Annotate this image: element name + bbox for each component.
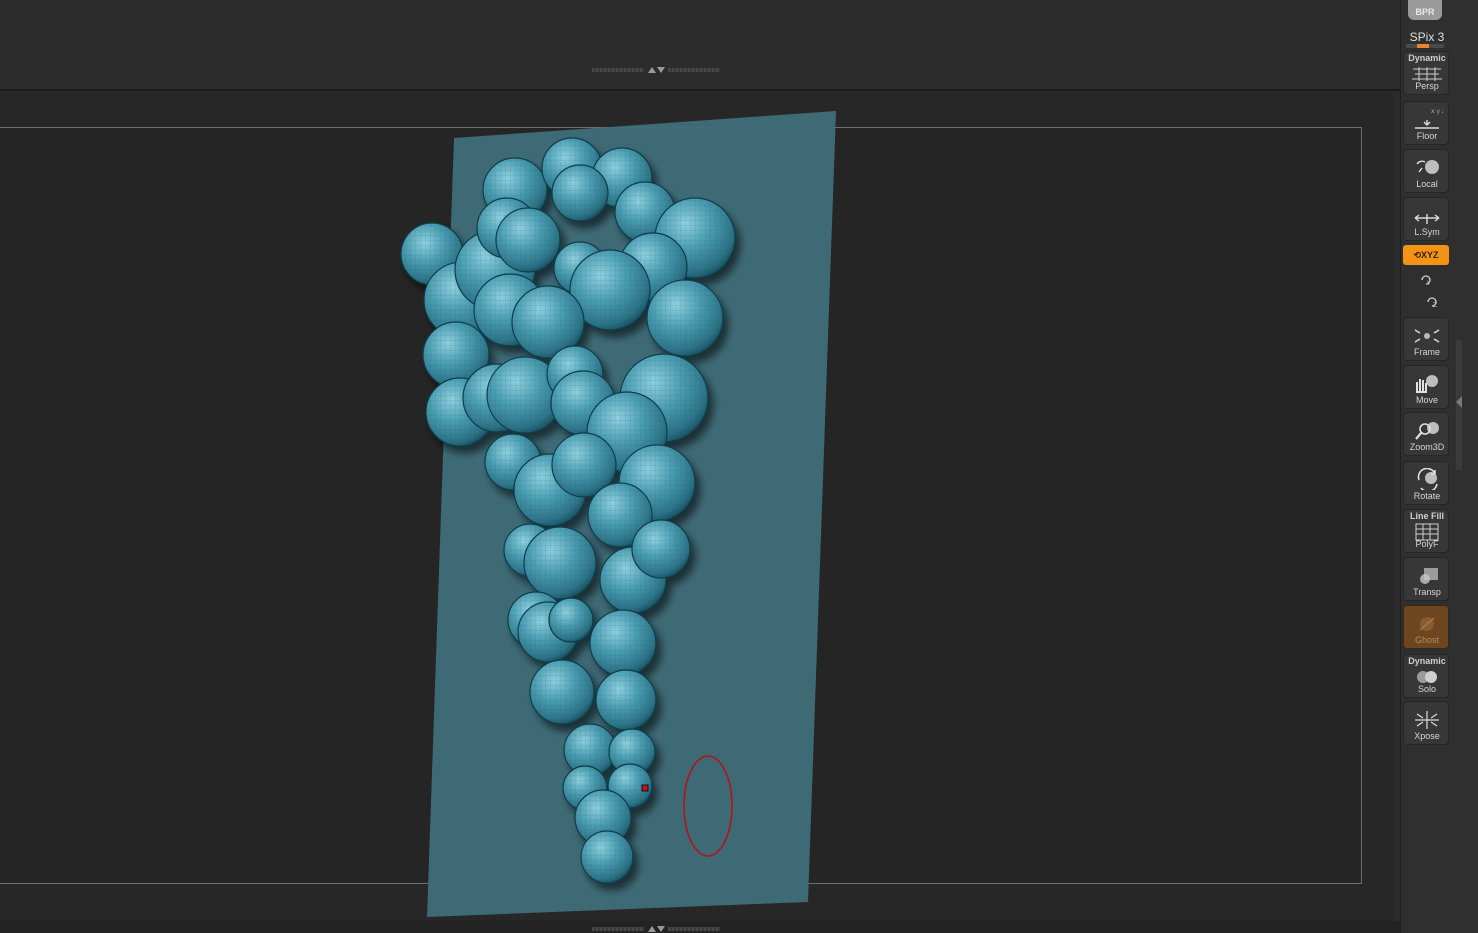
rotate-z-icon[interactable]: Z xyxy=(1424,295,1440,309)
local-icon xyxy=(1416,160,1439,174)
persp-label: Persp xyxy=(1415,81,1439,91)
spix-label: SPix 3 xyxy=(1409,30,1445,44)
rotate-label: Rotate xyxy=(1413,491,1441,501)
ghost-label: Ghost xyxy=(1414,635,1439,645)
zsphere-mesh xyxy=(553,166,607,220)
bottom-collapse-handle[interactable] xyxy=(592,925,720,933)
shelf-collapse-arrow-icon[interactable] xyxy=(1456,396,1462,408)
persp-caption: Dynamic xyxy=(1408,53,1446,63)
rotate-icon xyxy=(1417,468,1438,490)
transparency-icon xyxy=(1420,568,1438,584)
top-separator xyxy=(0,89,1400,91)
zoom3d-button[interactable]: Zoom3D xyxy=(1403,412,1449,456)
bpr-label: BPR xyxy=(1415,7,1435,17)
polyf-label: PolyF xyxy=(1415,539,1439,549)
floor-label: Floor xyxy=(1416,131,1438,141)
xyz-label: XYZ xyxy=(1421,250,1439,260)
solo-caption: Dynamic xyxy=(1408,656,1446,666)
zsphere-mesh xyxy=(591,611,655,675)
spix-slider-knob[interactable] xyxy=(1417,44,1429,48)
canvas-viewport[interactable] xyxy=(0,93,1394,921)
transp-button[interactable]: Transp xyxy=(1403,557,1449,601)
lsym-icon xyxy=(1414,214,1440,224)
spix-slider[interactable] xyxy=(1406,44,1444,48)
xpose-icon xyxy=(1415,711,1439,729)
solo-label: Solo xyxy=(1417,684,1436,694)
top-panel xyxy=(0,0,1400,90)
zsphere-mesh xyxy=(633,521,689,577)
frame-button[interactable]: Frame xyxy=(1403,317,1449,361)
collapse-arrows-icon xyxy=(648,926,665,932)
zsphere-mesh xyxy=(531,661,593,723)
frame-icon xyxy=(1414,329,1440,343)
lsym-button[interactable]: L.Sym xyxy=(1403,197,1449,241)
zoom3d-label: Zoom3D xyxy=(1409,442,1445,452)
lsym-label: L.Sym xyxy=(1414,227,1440,237)
zsphere-mesh xyxy=(582,832,632,882)
scene-canvas[interactable] xyxy=(0,93,1394,921)
move-label: Move xyxy=(1415,395,1438,405)
rotate-y-icon[interactable]: Y xyxy=(1418,273,1434,287)
rotate-xyz-button[interactable]: ⟲XYZ xyxy=(1403,245,1449,265)
svg-text:Y: Y xyxy=(1426,280,1431,287)
ghost-button[interactable]: Ghost xyxy=(1403,605,1449,649)
collapse-arrows-icon xyxy=(648,67,665,73)
brush-center-marker xyxy=(641,784,649,792)
move-icon xyxy=(1416,375,1438,393)
xpose-label: Xpose xyxy=(1414,731,1440,741)
transp-label: Transp xyxy=(1413,587,1441,597)
xpose-button[interactable]: Xpose xyxy=(1403,701,1449,745)
rotate-button[interactable]: Rotate xyxy=(1403,461,1449,505)
move-button[interactable]: Move xyxy=(1403,365,1449,409)
zsphere-mesh xyxy=(497,209,559,271)
top-collapse-handle[interactable] xyxy=(592,66,720,74)
zsphere-mesh xyxy=(597,671,655,729)
polyf-button[interactable]: Line Fill PolyF xyxy=(1403,509,1449,553)
floor-icon: x y z xyxy=(1415,108,1443,129)
persp-button[interactable]: Dynamic Persp xyxy=(1403,51,1449,95)
solo-button[interactable]: Dynamic Solo xyxy=(1403,654,1449,698)
floor-button[interactable]: x y z Floor xyxy=(1403,101,1449,145)
local-label: Local xyxy=(1416,179,1438,189)
svg-text:x y z: x y z xyxy=(1431,108,1443,115)
local-button[interactable]: Local xyxy=(1403,149,1449,193)
zsphere-mesh xyxy=(550,599,592,641)
zoom3d-icon xyxy=(1415,422,1439,440)
frame-label: Frame xyxy=(1413,347,1440,357)
rotate-xyz-icon: ⟲ xyxy=(1413,250,1422,260)
zsphere-mesh xyxy=(525,528,595,598)
zsphere-mesh xyxy=(648,281,722,355)
ghost-icon xyxy=(1419,617,1435,631)
svg-text:Z: Z xyxy=(1433,302,1437,309)
polyf-caption: Line Fill xyxy=(1409,511,1444,521)
bpr-button[interactable]: BPR xyxy=(1408,0,1442,20)
